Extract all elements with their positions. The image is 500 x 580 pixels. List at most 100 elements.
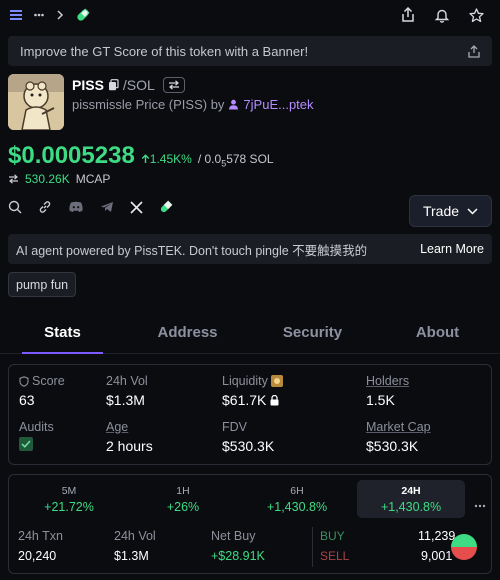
share-icon[interactable]	[401, 7, 415, 23]
check-icon	[19, 437, 33, 451]
age-value: 2 hours	[106, 438, 153, 454]
token-header: PISS /SOL pissmissle Price (PISS) by 7jP…	[8, 74, 492, 132]
vol-metric: 24h Vol $1.3M	[114, 529, 156, 563]
timeframe-change: +1,430.8%	[266, 500, 328, 514]
sell-value: 9,001	[421, 549, 453, 563]
txn-value: 20,240	[18, 549, 57, 563]
vol-cell: 24h Vol $1.3M	[106, 374, 148, 408]
net-buy-value: +$28.91K	[211, 549, 265, 563]
mcap-value: 530.26K	[25, 172, 70, 186]
timeframe-24h[interactable]: 24H +1,430.8%	[357, 480, 465, 518]
age-cell: Age 2 hours	[106, 420, 153, 454]
creator-link[interactable]: 7jPuE...ptek	[243, 97, 313, 112]
divider	[312, 527, 313, 567]
trade-label: Trade	[422, 203, 460, 219]
token-symbol: PISS	[72, 77, 104, 93]
social-links	[8, 200, 173, 214]
fdv-value: $530.3K	[222, 438, 275, 454]
ai-agent-text: AI agent powered by PissTEK. Don't touch…	[16, 243, 368, 258]
tab-about[interactable]: About	[375, 314, 500, 353]
timeframe-change: +21.72%	[44, 500, 94, 514]
token-avatar	[8, 74, 64, 130]
usd-price: $0.0005238	[8, 142, 135, 169]
buy-value: 11,239	[418, 529, 456, 543]
liquidity-badge-icon	[270, 375, 283, 387]
stats-card: Score 63 24h Vol $1.3M Liquidity $61.7K …	[8, 364, 492, 465]
net-buy-metric: Net Buy +$28.91K	[211, 529, 265, 563]
timeframe-5m[interactable]: 5M +21.72%	[15, 480, 123, 518]
timeframe-6h[interactable]: 6H +1,430.8%	[243, 480, 351, 518]
holders-label[interactable]: Holders	[366, 374, 409, 388]
vol-value: $1.3M	[106, 392, 145, 408]
sol-price-rest: 578 SOL	[226, 152, 274, 166]
user-icon	[228, 99, 239, 110]
timeframe-label: 24H	[401, 485, 421, 497]
chevron-down-icon	[467, 207, 478, 215]
txn-metric: 24h Txn 20,240	[18, 529, 63, 563]
mcap-row: 530.26K MCAP	[8, 172, 110, 186]
audits-label: Audits	[19, 420, 54, 434]
price-change-value: 1.45K%	[149, 152, 192, 166]
bell-icon[interactable]	[435, 8, 449, 23]
ai-agent-bar: AI agent powered by PissTEK. Don't touch…	[8, 234, 492, 264]
copy-icon[interactable]	[108, 79, 119, 91]
tab-stats[interactable]: Stats	[0, 314, 125, 354]
more-icon[interactable]	[34, 13, 44, 17]
tag-chip[interactable]: pump fun	[8, 272, 77, 297]
audits-cell[interactable]: Audits	[19, 420, 54, 451]
token-subtitle: pissmissle Price (PISS) by	[72, 97, 225, 112]
link-icon[interactable]	[38, 200, 52, 214]
timeframe-1h[interactable]: 1H +26%	[129, 480, 237, 518]
txn-label: 24h Txn	[18, 529, 63, 543]
holders-cell[interactable]: Holders 1.5K	[366, 374, 409, 408]
arrow-up-icon	[141, 154, 150, 164]
fdv-cell: FDV $530.3K	[222, 420, 274, 454]
buy-label: BUY	[320, 529, 345, 543]
net-buy-label: Net Buy	[211, 529, 256, 543]
score-label: Score	[32, 374, 65, 388]
liquidity-value: $61.7K	[222, 392, 267, 408]
score-cell[interactable]: Score 63	[19, 374, 65, 408]
learn-more-link[interactable]: Learn More	[420, 242, 484, 256]
search-icon[interactable]	[8, 200, 22, 214]
telegram-icon[interactable]	[100, 201, 114, 213]
shield-icon	[19, 375, 29, 387]
market-cap-cell: Market Cap $530.3K	[366, 420, 431, 454]
vol-label: 24h Vol	[114, 529, 156, 543]
market-cap-value: $530.3K	[366, 438, 419, 454]
more-options-icon[interactable]	[474, 495, 486, 511]
tab-security[interactable]: Security	[250, 314, 375, 353]
pill-icon[interactable]	[159, 200, 173, 214]
mcap-label: MCAP	[75, 172, 111, 186]
market-cap-label: Market Cap	[366, 420, 431, 434]
swap-pair-button[interactable]	[162, 77, 185, 93]
holders-value: 1.5K	[366, 392, 395, 408]
liquidity-cell: Liquidity $61.7K	[222, 374, 283, 408]
price-change: 1.45K%	[141, 152, 192, 166]
timeframe-label: 1H	[176, 485, 190, 497]
price-row: $0.0005238 1.45K% / 0.05578 SOL	[8, 142, 274, 170]
vol-value: $1.3M	[114, 549, 149, 563]
trade-button[interactable]: Trade	[409, 195, 492, 227]
tab-address[interactable]: Address	[125, 314, 250, 353]
top-bar	[0, 0, 500, 30]
score-value: 63	[19, 392, 35, 408]
tag-label: pump fun	[16, 277, 69, 292]
gt-score-banner[interactable]: Improve the GT Score of this token with …	[8, 36, 492, 66]
timeframe-label: 5M	[61, 485, 77, 497]
menu-icon[interactable]	[10, 10, 22, 20]
sell-label: SELL	[320, 549, 350, 563]
chevron-right-icon	[56, 10, 64, 20]
lock-icon	[270, 394, 279, 406]
age-label: Age	[106, 420, 129, 434]
token-pair: /SOL	[122, 77, 155, 93]
timeframe-change: +1,430.8%	[380, 500, 442, 514]
star-icon[interactable]	[469, 7, 484, 23]
discord-icon[interactable]	[68, 201, 84, 213]
x-icon[interactable]	[130, 200, 143, 214]
vol-label: 24h Vol	[106, 374, 148, 388]
pill-icon[interactable]	[76, 8, 90, 22]
swap-icon	[8, 174, 19, 184]
upload-icon[interactable]	[468, 44, 480, 58]
timeframe-change: +26%	[166, 500, 200, 514]
